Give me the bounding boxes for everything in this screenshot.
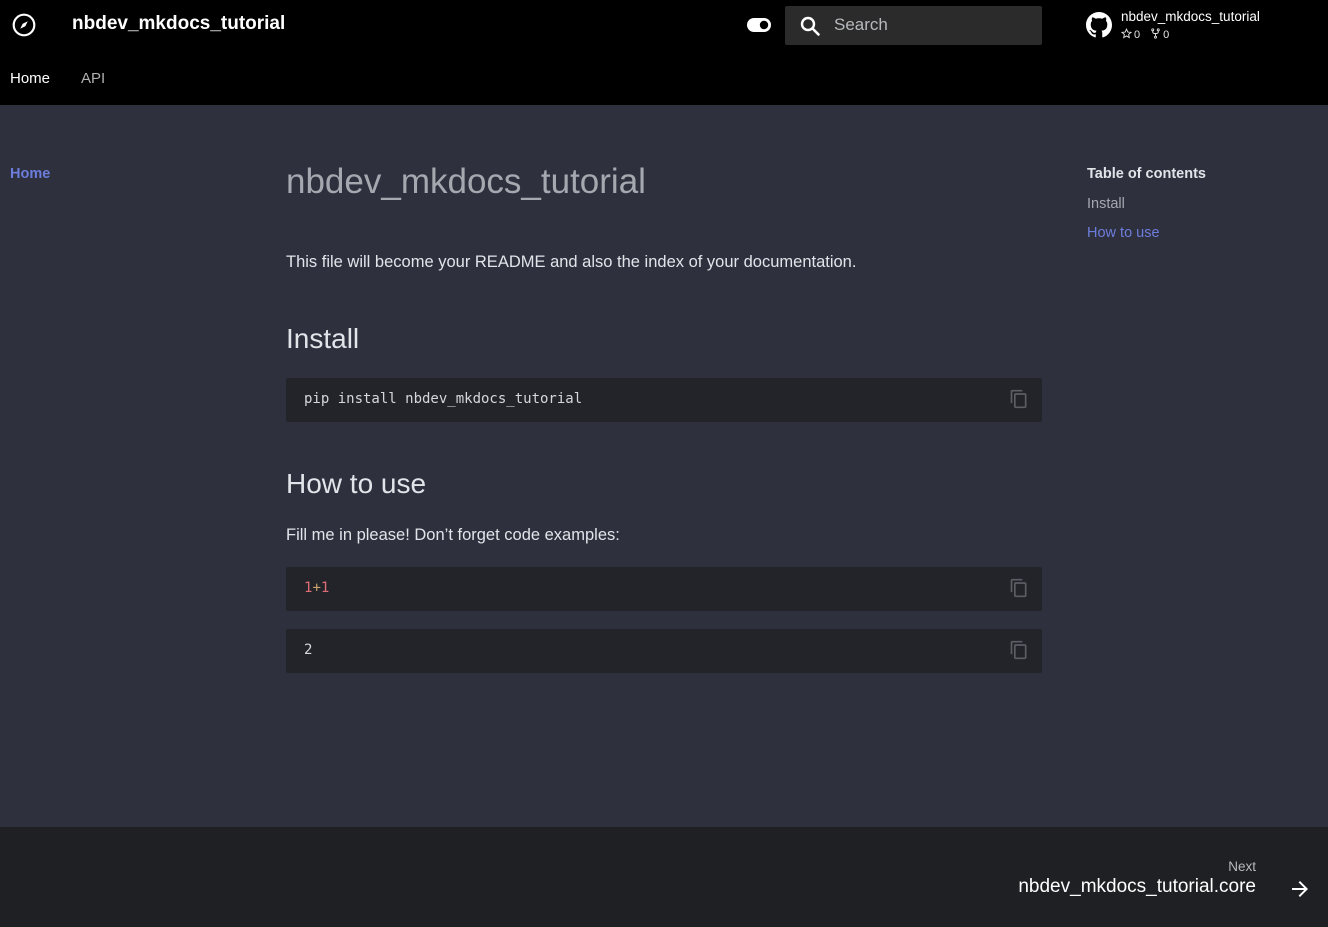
next-label: Next	[1228, 859, 1256, 874]
copy-icon[interactable]	[1009, 389, 1029, 409]
site-footer: Next nbdev_mkdocs_tutorial.core	[0, 827, 1328, 927]
repo-facts: 0 0	[1120, 28, 1169, 42]
star-icon	[1120, 28, 1133, 42]
next-title: nbdev_mkdocs_tutorial.core	[1018, 876, 1256, 897]
theme-toggle-icon[interactable]	[747, 18, 771, 32]
fork-count: 0	[1163, 29, 1170, 41]
copy-icon[interactable]	[1009, 578, 1029, 598]
code-operator: +	[312, 580, 321, 596]
example-code-block: 1+1	[286, 567, 1042, 611]
example-code: 1+1	[304, 580, 329, 596]
next-page-link[interactable]: Next nbdev_mkdocs_tutorial.core	[968, 827, 1328, 927]
code-number: 1	[320, 580, 330, 596]
repo-forks: 0	[1150, 28, 1169, 42]
site-title[interactable]: nbdev_mkdocs_tutorial	[72, 13, 285, 35]
install-heading: Install	[286, 323, 360, 354]
toc-title: Table of contents	[1087, 166, 1206, 182]
tab-home[interactable]: Home	[10, 70, 50, 87]
repo-name: nbdev_mkdocs_tutorial	[1121, 9, 1260, 24]
page-title: nbdev_mkdocs_tutorial	[286, 162, 646, 201]
arrow-right-icon	[1288, 877, 1312, 901]
how-to-use-paragraph: Fill me in please! Don’t forget code exa…	[286, 526, 620, 544]
output-code: 2	[304, 642, 313, 658]
search-icon	[798, 14, 822, 38]
navigation-tabs: Home API	[0, 50, 1328, 105]
toc-item-install[interactable]: Install	[1087, 196, 1125, 212]
install-code: pip install nbdev_mkdocs_tutorial	[304, 391, 583, 407]
star-count: 0	[1134, 29, 1141, 41]
search-placeholder: Search	[834, 15, 888, 34]
fork-icon	[1150, 28, 1161, 42]
output-code-block: 2	[286, 629, 1042, 673]
compass-icon[interactable]	[10, 11, 38, 39]
github-icon	[1086, 12, 1112, 38]
main-area: Home nbdev_mkdocs_tutorial This file wil…	[0, 105, 1328, 827]
repo-link[interactable]: nbdev_mkdocs_tutorial 0 0	[1086, 6, 1306, 46]
intro-paragraph: This file will become your README and al…	[286, 253, 857, 271]
how-to-use-heading: How to use	[286, 468, 427, 499]
tab-api[interactable]: API	[81, 70, 105, 87]
toc-item-how-to-use[interactable]: How to use	[1087, 225, 1160, 241]
copy-icon[interactable]	[1009, 640, 1029, 660]
sidebar-item-home[interactable]: Home	[10, 166, 50, 182]
repo-stars: 0	[1120, 28, 1141, 42]
install-code-block: pip install nbdev_mkdocs_tutorial	[286, 378, 1042, 422]
search-input[interactable]: Search	[785, 6, 1042, 45]
site-header: nbdev_mkdocs_tutorial Search nbdev_mkdoc…	[0, 0, 1328, 50]
